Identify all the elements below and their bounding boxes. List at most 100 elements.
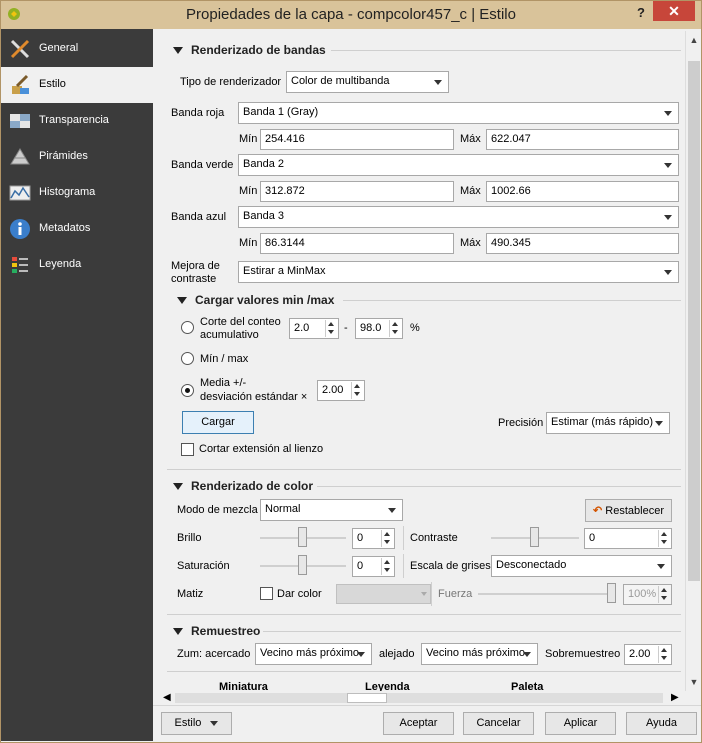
collapse-triangle-icon [173, 483, 183, 491]
info-icon [10, 219, 30, 239]
stddev-radio[interactable] [181, 384, 194, 397]
sidebar-item-estilo[interactable]: Estilo [1, 67, 153, 103]
chevron-down-icon [657, 564, 665, 569]
divider [317, 486, 681, 487]
sidebar-item-transparencia[interactable]: Transparencia [1, 103, 153, 139]
cumulative-to-spinbox[interactable]: 98.0 [355, 318, 403, 339]
chevron-down-icon [434, 80, 442, 85]
scrollbar-track[interactable] [175, 693, 663, 703]
brightness-spinbox[interactable]: 0 [352, 528, 395, 549]
scroll-down-icon[interactable]: ▼ [689, 677, 699, 687]
style-menu-button[interactable]: Estilo [161, 712, 232, 735]
transparency-icon [10, 114, 30, 128]
window-title: Propiedades de la capa - compcolor457_c … [186, 6, 516, 23]
colorize-checkbox[interactable] [260, 587, 273, 600]
red-min-label: Mín [239, 133, 258, 145]
accept-button[interactable]: Aceptar [383, 712, 454, 735]
sidebar-item-histograma[interactable]: Histograma [1, 175, 153, 211]
red-max-input[interactable]: 622.047 [486, 129, 679, 150]
blue-max-input[interactable]: 490.345 [486, 233, 679, 254]
clip-extent-checkbox[interactable] [181, 443, 194, 456]
section-resampling[interactable]: Remuestreo [173, 624, 260, 638]
red-max-label: Máx [460, 133, 481, 145]
contrast-enhancement-select[interactable]: Estirar a MinMax [238, 261, 679, 283]
zoom-out-select[interactable]: Vecino más próximo [421, 643, 538, 665]
divider [403, 526, 404, 550]
minmax-radio[interactable] [181, 352, 194, 365]
histogram-icon [9, 185, 31, 201]
renderer-type-select[interactable]: Color de multibanda [286, 71, 449, 93]
section-load-minmax[interactable]: Cargar valores min /max [177, 293, 334, 307]
tab-miniatura[interactable]: Miniatura [219, 681, 268, 691]
contrast-spinbox[interactable]: 0 [584, 528, 672, 549]
help-title-button[interactable]: ? [633, 5, 649, 23]
close-window-button[interactable]: ✕ [653, 1, 695, 21]
strength-spinbox[interactable]: 100% [623, 584, 672, 605]
load-button[interactable]: Cargar [182, 411, 254, 434]
red-min-input[interactable]: 254.416 [260, 129, 454, 150]
sidebar: General Estilo Transparencia Pirámides H… [1, 29, 153, 741]
scrollbar-thumb[interactable] [347, 693, 387, 703]
clip-extent-label: Cortar extensión al lienzo [199, 443, 324, 455]
chevron-down-icon [357, 652, 365, 657]
horizontal-scrollbar[interactable]: ◀ ▶ [161, 691, 685, 705]
stddev-spinbox[interactable]: 2.00 [317, 380, 365, 401]
saturation-spinbox[interactable]: 0 [352, 556, 395, 577]
cancel-button[interactable]: Cancelar [463, 712, 534, 735]
spin-down-icon [354, 392, 360, 396]
chevron-down-icon [388, 508, 396, 513]
section-color-rendering[interactable]: Renderizado de color [173, 479, 313, 493]
scroll-right-icon[interactable]: ▶ [671, 692, 679, 703]
scrollbar-thumb[interactable] [688, 61, 700, 581]
pyramids-icon [10, 148, 30, 165]
apply-button[interactable]: Aplicar [545, 712, 616, 735]
oversampling-spinbox[interactable]: 2.00 [624, 644, 672, 665]
zoom-in-select[interactable]: Vecino más próximo [255, 643, 372, 665]
sidebar-item-piramides[interactable]: Pirámides [1, 139, 153, 175]
sidebar-item-general[interactable]: General [1, 31, 153, 67]
blue-max-label: Máx [460, 237, 481, 249]
scroll-up-icon[interactable]: ▲ [689, 35, 699, 45]
spin-up-icon [661, 588, 667, 592]
colorize-color-button[interactable] [336, 584, 431, 604]
reset-button[interactable]: ↶ Restablecer [585, 499, 672, 522]
spin-down-icon [661, 540, 667, 544]
red-band-select[interactable]: Banda 1 (Gray) [238, 102, 679, 124]
blend-mode-select[interactable]: Normal [260, 499, 403, 521]
spin-up-icon [661, 532, 667, 536]
chevron-down-icon [664, 163, 672, 168]
strength-label: Fuerza [438, 588, 473, 600]
brightness-slider-handle[interactable] [298, 527, 307, 547]
spin-down-icon [661, 596, 667, 600]
blue-band-label: Banda azul [171, 211, 227, 223]
cumulative-from-spinbox[interactable]: 2.0 [289, 318, 339, 339]
contrast-slider-handle[interactable] [530, 527, 539, 547]
green-max-input[interactable]: 1002.66 [486, 181, 679, 202]
divider [331, 50, 681, 51]
strength-slider-track[interactable] [478, 593, 614, 595]
spin-up-icon [661, 648, 667, 652]
saturation-slider-handle[interactable] [298, 555, 307, 575]
section-band-rendering[interactable]: Renderizado de bandas [173, 43, 326, 57]
blue-band-select[interactable]: Banda 3 [238, 206, 679, 228]
cumulative-cut-radio[interactable] [181, 321, 194, 334]
scroll-left-icon[interactable]: ◀ [163, 692, 171, 703]
tab-leyenda[interactable]: Leyenda [365, 681, 410, 691]
green-band-select[interactable]: Banda 2 [238, 154, 679, 176]
sidebar-item-label: Histograma [39, 186, 96, 198]
green-band-label: Banda verde [171, 159, 234, 171]
spin-up-icon [384, 532, 390, 536]
sidebar-item-metadatos[interactable]: Metadatos [1, 211, 153, 247]
spin-up-icon [392, 322, 398, 326]
tab-paleta[interactable]: Paleta [511, 681, 543, 691]
blue-min-input[interactable]: 86.3144 [260, 233, 454, 254]
precision-select[interactable]: Estimar (más rápido) [546, 412, 670, 434]
sidebar-item-leyenda[interactable]: Leyenda [1, 247, 153, 283]
grayscale-select[interactable]: Desconectado [491, 555, 672, 577]
vertical-scrollbar[interactable]: ▲ ▼ [685, 31, 701, 691]
help-button[interactable]: Ayuda [626, 712, 697, 735]
spin-up-icon [354, 384, 360, 388]
strength-slider-handle[interactable] [607, 583, 616, 603]
green-min-input[interactable]: 312.872 [260, 181, 454, 202]
cumulative-cut-label-1: Corte del conteo [200, 316, 281, 328]
